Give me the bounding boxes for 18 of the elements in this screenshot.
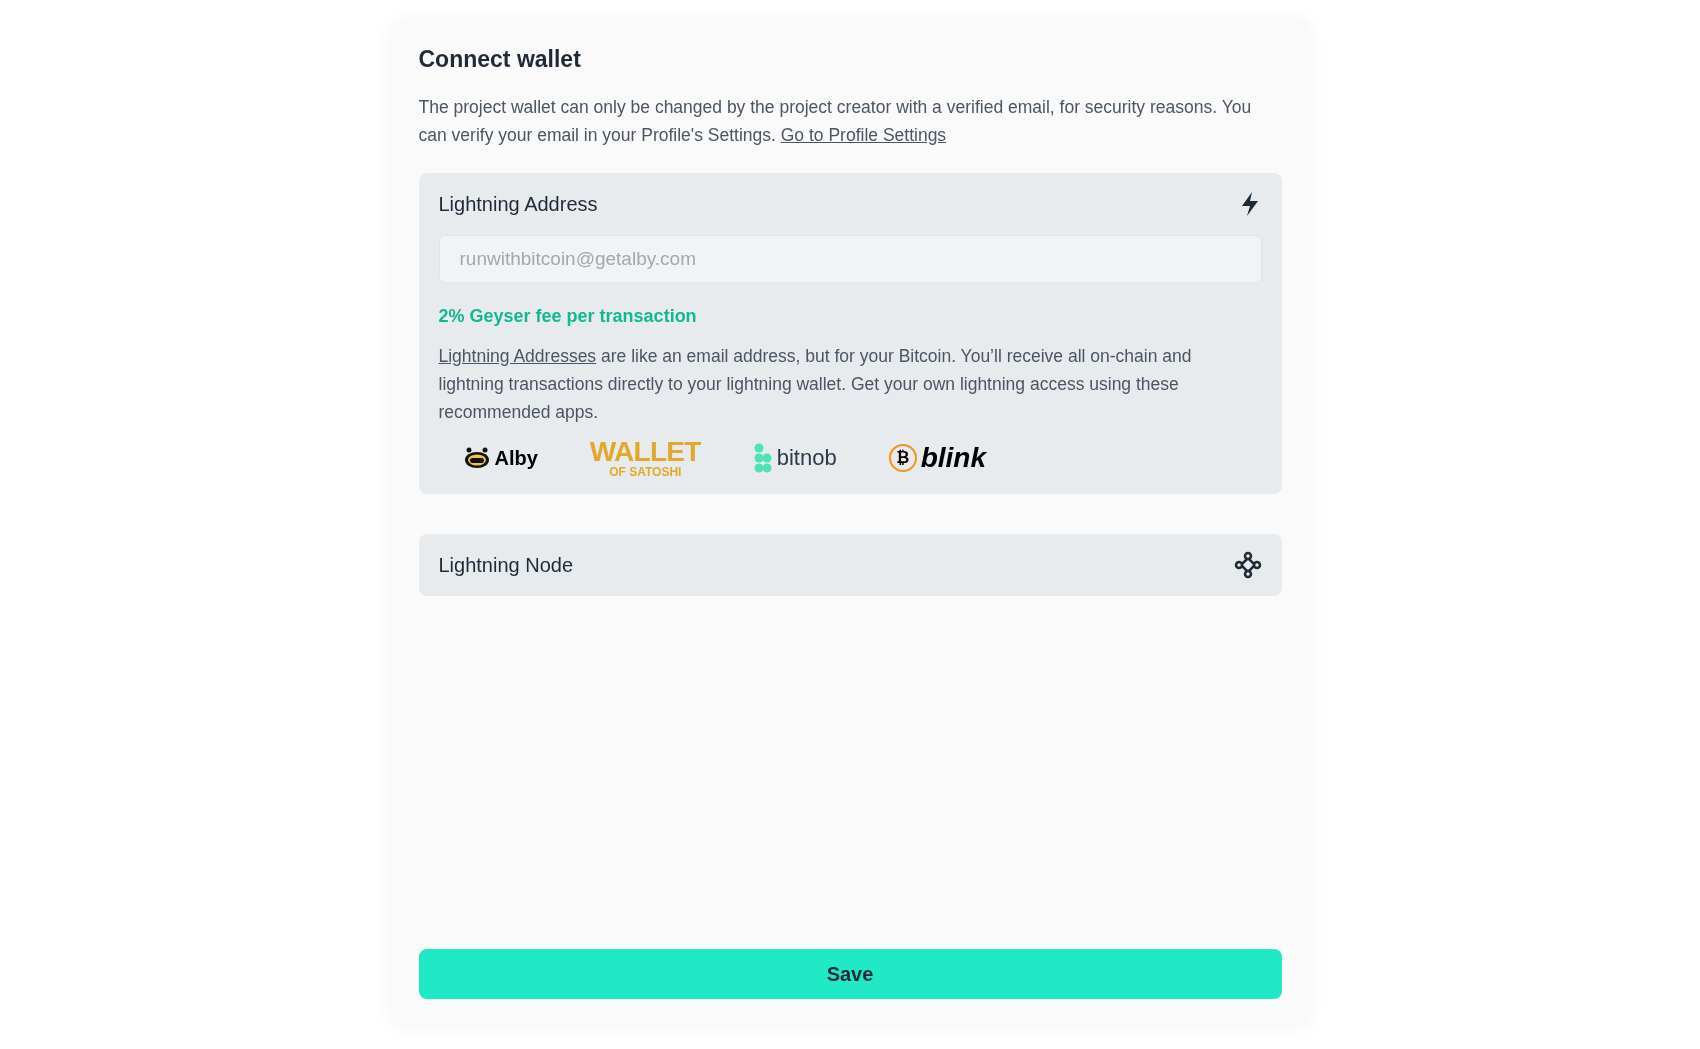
app-name: blink bbox=[920, 443, 987, 472]
save-button[interactable]: Save bbox=[418, 949, 1282, 999]
fee-text: 2% Geyser fee per transaction bbox=[438, 304, 698, 328]
info-paragraph: Lightning Addresses are like an email address, but for your Bitcoin. You’ll receive all on-chain and lightning transactions directly to your lightning wallet. Get your own lightning access using these recommended apps. bbox=[438, 344, 1193, 424]
app-name: Alby bbox=[494, 445, 538, 471]
card-title: Connect wallet bbox=[418, 45, 582, 74]
dots-icon bbox=[752, 442, 773, 473]
option-title: Lightning Address bbox=[438, 191, 598, 217]
option-title: Lightning Node bbox=[438, 552, 574, 578]
node-icon bbox=[1233, 550, 1262, 579]
profile-settings-link[interactable]: Go to Profile Settings bbox=[780, 124, 947, 145]
app-name: bitnob bbox=[776, 444, 837, 472]
bitcoin-icon: ₿ bbox=[888, 443, 917, 472]
bee-icon bbox=[462, 446, 491, 469]
lightning-addresses-link[interactable]: Lightning Addresses bbox=[438, 345, 597, 366]
app-logo: WALLET OF SATOSHI bbox=[589, 437, 701, 478]
description-text: The project wallet can only be changed by the project creator with a verified email, for security reasons. You can verify your email in your Profile's Settings. Go to Profile Settings bbox=[418, 95, 1253, 147]
address-input-field[interactable]: runwithbitcoin@getalby.com bbox=[438, 234, 1262, 283]
